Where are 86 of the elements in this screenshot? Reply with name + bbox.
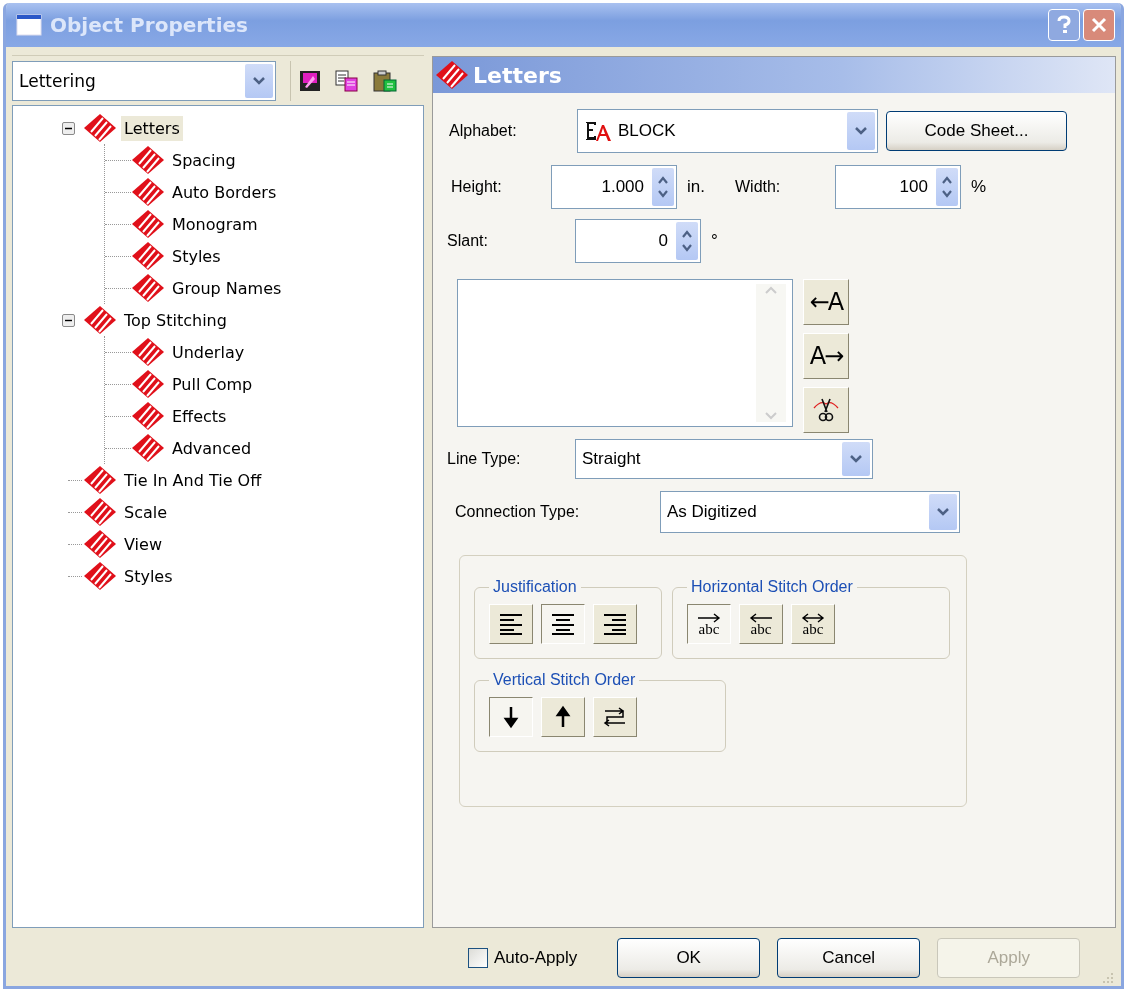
unit-label: in. (687, 177, 705, 197)
panel-title: Letters (473, 62, 562, 88)
group-title: Vertical Stitch Order (492, 671, 637, 689)
tree-item[interactable]: Spacing (169, 147, 239, 173)
striped-diamond-icon (131, 369, 165, 399)
unit-label: % (970, 177, 987, 197)
floppy-icon[interactable] (299, 70, 321, 92)
tree-item[interactable]: Group Names (169, 275, 285, 301)
striped-diamond-icon (131, 145, 165, 175)
close-button[interactable] (1083, 9, 1115, 41)
collapse-toggle[interactable] (61, 121, 75, 135)
stitch-order-button[interactable]: abc (791, 604, 835, 644)
align-icon (550, 613, 576, 635)
chevron-down-icon (855, 127, 867, 135)
tree-item[interactable]: Effects (169, 403, 230, 429)
copy-icon[interactable] (335, 70, 359, 92)
striped-diamond-icon (131, 241, 165, 271)
arrow-icon (602, 704, 628, 730)
tree-item[interactable]: Pull Comp (169, 371, 256, 397)
field-label: Slant: (446, 232, 489, 250)
tree-item[interactable]: Scale (121, 499, 171, 525)
alignment-button[interactable] (541, 604, 585, 644)
insert-left-button[interactable]: ←A (803, 279, 849, 325)
help-icon (1055, 15, 1073, 35)
tree-item[interactable]: Underlay (169, 339, 248, 365)
tree-item[interactable]: View (121, 531, 165, 557)
arrow-icon (800, 613, 826, 623)
group-title: Horizontal Stitch Order (690, 578, 854, 596)
striped-diamond-icon (131, 433, 165, 463)
tree-item[interactable]: Tie In And Tie Off (121, 467, 265, 493)
striped-diamond-icon (83, 529, 117, 559)
code-sheet-button[interactable]: Code Sheet... (886, 111, 1067, 151)
tree-item[interactable]: Top Stitching (121, 307, 230, 333)
stitch-order-button[interactable]: abc (739, 604, 783, 644)
tree-item[interactable]: Styles (169, 243, 224, 269)
striped-diamond-icon (83, 113, 117, 143)
arrow-icon (748, 613, 774, 623)
scissors-button[interactable] (803, 387, 849, 433)
insert-right-button[interactable]: A→ (803, 333, 849, 379)
align-icon (498, 613, 524, 635)
height-spinner[interactable]: 1.000 (551, 165, 677, 209)
chevron-down-icon (937, 508, 949, 516)
cancel-button[interactable]: Cancel (777, 938, 921, 978)
chevron-down-icon (253, 77, 265, 85)
striped-diamond-icon (131, 209, 165, 239)
unit-label: ° (711, 231, 718, 251)
striped-diamond-icon (131, 177, 165, 207)
arrow-icon (696, 613, 722, 623)
striped-diamond-icon (131, 401, 165, 431)
ok-button[interactable]: OK (617, 938, 761, 978)
tree-item[interactable]: Letters (121, 115, 183, 141)
slant-spinner[interactable]: 0 (575, 219, 701, 263)
collapse-toggle[interactable] (61, 313, 75, 327)
tree-item[interactable]: Styles (121, 563, 176, 589)
striped-diamond-icon (131, 273, 165, 303)
field-label: Alphabet: (448, 122, 518, 140)
tree-item[interactable]: Auto Borders (169, 179, 280, 205)
width-spinner[interactable]: 100 (834, 165, 961, 209)
window-title: Object Properties (50, 13, 249, 37)
paste-icon[interactable] (373, 70, 397, 92)
striped-diamond-icon (83, 465, 117, 495)
font-type-icon (584, 119, 614, 143)
group-title: Justification (492, 578, 578, 596)
align-icon (602, 613, 628, 635)
window-icon (16, 14, 42, 36)
chevron-down-icon (850, 455, 862, 463)
striped-diamond-icon (435, 60, 469, 90)
field-label: Connection Type: (454, 503, 581, 521)
field-label: Height: (450, 178, 503, 196)
striped-diamond-icon (83, 561, 117, 591)
close-icon (1090, 16, 1108, 34)
striped-diamond-icon (131, 337, 165, 367)
stitch-order-button[interactable]: abc (687, 604, 731, 644)
field-label: Width: (734, 178, 782, 196)
connection-type-dropdown[interactable]: As Digitized (660, 491, 960, 533)
field-label: Line Type: (446, 450, 522, 468)
tree-item[interactable]: Advanced (169, 435, 255, 461)
auto-apply-checkbox[interactable]: Auto-Apply (468, 948, 578, 968)
resize-grip-icon[interactable] (1100, 970, 1114, 984)
striped-diamond-icon (83, 305, 117, 335)
alphabet-dropdown[interactable]: BLOCK (577, 109, 878, 153)
category-dropdown[interactable]: Lettering (12, 61, 276, 101)
tree-item[interactable]: Monogram (169, 211, 261, 237)
line-type-dropdown[interactable]: Straight (575, 439, 873, 479)
stitch-order-button[interactable] (489, 697, 533, 737)
striped-diamond-icon (83, 497, 117, 527)
